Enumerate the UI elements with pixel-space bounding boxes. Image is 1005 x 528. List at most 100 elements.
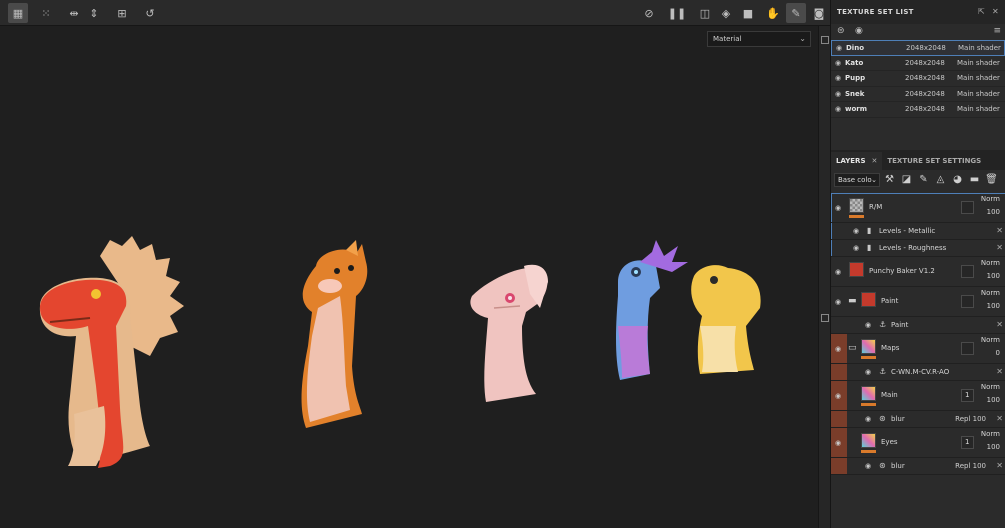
mask-slot[interactable] [961,295,974,308]
frame-icon[interactable]: ⊞ [112,3,132,23]
cube-icon[interactable]: ◈ [716,3,736,23]
snek-model[interactable] [616,240,688,380]
effect-row[interactable]: ◉ ⊛ blur Repl 100 ✕ [831,458,1005,475]
3d-viewport[interactable]: Material ⌄ [0,26,818,528]
eye-icon[interactable]: ◉ [831,90,845,98]
eye-icon[interactable]: ◉ [835,392,841,400]
eye-icon[interactable]: ◉ [835,298,841,306]
blend-mode[interactable]: Norm [981,195,1000,203]
texture-set-shader[interactable]: Main shader [957,90,1000,98]
grid-dots-icon[interactable]: ⁙ [36,3,56,23]
opacity-value[interactable]: 100 [987,302,1000,310]
blend-mode[interactable]: Repl 100 [955,415,986,423]
blend-mode[interactable]: Norm [981,430,1000,438]
eye-icon[interactable]: ◉ [835,268,841,276]
mirror-x-icon[interactable]: ⇹ [64,3,84,23]
effect-row[interactable]: ◉ ▮ Levels - Roughness ✕ [831,240,1005,257]
close-icon[interactable]: ✕ [996,226,1003,235]
mirror-y-icon[interactable]: ⇕ [84,3,104,23]
link-icon[interactable]: ⊜ [837,26,845,36]
layer-row[interactable]: ◉ Main 1 Norm 100 [831,381,1005,411]
layer-row[interactable]: ◉ Eyes 1 Norm 100 [831,428,1005,458]
tab-texture-set-settings[interactable]: TEXTURE SET SETTINGS [882,152,986,170]
history-icon[interactable]: ↺ [140,3,160,23]
worm-model[interactable] [691,265,761,374]
opacity-value[interactable]: 100 [987,443,1000,451]
blend-mode[interactable]: Norm [981,259,1000,267]
layer-row[interactable]: ◉ Punchy Baker V1.2 Norm 100 [831,257,1005,287]
pause-icon[interactable]: ❚❚ [667,3,687,23]
opacity-value[interactable]: 100 [987,208,1000,216]
opacity-value[interactable]: 0 [996,349,1000,357]
dino-model[interactable] [39,236,184,468]
add-folder-icon[interactable]: ▬ [967,173,982,187]
split-view-icon[interactable]: ◫ [695,3,715,23]
add-paint-layer-icon[interactable]: ✎ [916,173,931,187]
texture-set-shader[interactable]: Main shader [957,105,1000,113]
hand-icon[interactable]: ✋ [763,3,783,23]
close-icon[interactable]: ✕ [872,157,878,165]
dock-icon[interactable] [821,314,829,322]
add-effect-icon[interactable]: ⚒ [882,173,897,187]
eye-icon[interactable]: ◉ [865,321,871,329]
delete-icon[interactable]: 🗑 [984,173,999,187]
screenshot-icon[interactable]: ◙ [809,3,829,23]
blend-mode[interactable]: Norm [981,289,1000,297]
opacity-value[interactable]: 100 [987,272,1000,280]
add-fill-layer-icon[interactable]: ◬ [933,173,948,187]
eye-icon[interactable]: ◉ [865,368,871,376]
texture-set-row[interactable]: ◉ Dino 2048x2048 Main shader [831,40,1005,56]
close-icon[interactable]: ✕ [996,414,1003,423]
eye-icon[interactable]: ◉ [835,345,841,353]
mask-slot[interactable]: 1 [961,436,974,449]
texture-set-row[interactable]: ◉ Kato 2048x2048 Main shader [831,56,1005,71]
effect-row[interactable]: ◉ ⚓ Paint ✕ [831,317,1005,334]
collapse-icon[interactable] [821,36,829,44]
grid-icon[interactable]: ▦ [8,3,28,23]
texture-set-row[interactable]: ◉ worm 2048x2048 Main shader [831,102,1005,118]
close-icon[interactable]: ✕ [992,0,999,24]
layer-row[interactable]: ◉ R/M Norm 100 [831,193,1005,223]
effect-row[interactable]: ◉ ⊛ blur Repl 100 ✕ [831,411,1005,428]
eye-icon[interactable]: ◉ [855,26,863,36]
eye-icon[interactable]: ◉ [831,105,845,113]
eye-icon[interactable]: ◉ [831,74,845,82]
close-icon[interactable]: ✕ [996,320,1003,329]
mask-slot[interactable] [961,342,974,355]
channel-dropdown[interactable]: Base colo ⌄ [834,173,880,187]
blend-mode[interactable]: Repl 100 [955,462,986,470]
tab-layers[interactable]: LAYERS ✕ [831,152,883,170]
mask-slot[interactable]: 1 [961,389,974,402]
blend-mode[interactable]: Norm [981,336,1000,344]
eye-icon[interactable]: ◉ [835,439,841,447]
brush-icon[interactable]: ✎ [786,3,806,23]
kato-model[interactable] [301,240,368,428]
mask-slot[interactable] [961,265,974,278]
opacity-value[interactable]: 100 [987,396,1000,404]
eye-icon[interactable]: ◉ [853,244,859,252]
layer-row[interactable]: ◉ ▭ Maps Norm 0 [831,334,1005,364]
close-icon[interactable]: ✕ [996,461,1003,470]
eye-icon[interactable]: ◉ [835,204,841,212]
eye-icon[interactable]: ◉ [832,44,846,52]
pupp-model[interactable] [470,264,548,402]
texture-set-shader[interactable]: Main shader [957,59,1000,67]
texture-set-shader[interactable]: Main shader [957,74,1000,82]
hide-icon[interactable]: ⊘ [639,3,659,23]
add-mask-icon[interactable]: ◪ [899,173,914,187]
menu-icon[interactable]: ≡ [993,26,1001,36]
texture-set-shader[interactable]: Main shader [958,44,1001,52]
eye-icon[interactable]: ◉ [865,462,871,470]
effect-row[interactable]: ◉ ⚓ C-WN.M-CV.R-AO ✕ [831,364,1005,381]
add-smart-material-icon[interactable]: ◕ [950,173,965,187]
undock-icon[interactable]: ⇱ [978,0,985,24]
eye-icon[interactable]: ◉ [831,59,845,67]
texture-set-row[interactable]: ◉ Pupp 2048x2048 Main shader [831,71,1005,87]
close-icon[interactable]: ✕ [996,243,1003,252]
eye-icon[interactable]: ◉ [865,415,871,423]
blend-mode[interactable]: Norm [981,383,1000,391]
texture-set-row[interactable]: ◉ Snek 2048x2048 Main shader [831,87,1005,102]
camera-icon[interactable]: ■ [738,3,758,23]
close-icon[interactable]: ✕ [996,367,1003,376]
effect-row[interactable]: ◉ ▮ Levels - Metallic ✕ [831,223,1005,240]
